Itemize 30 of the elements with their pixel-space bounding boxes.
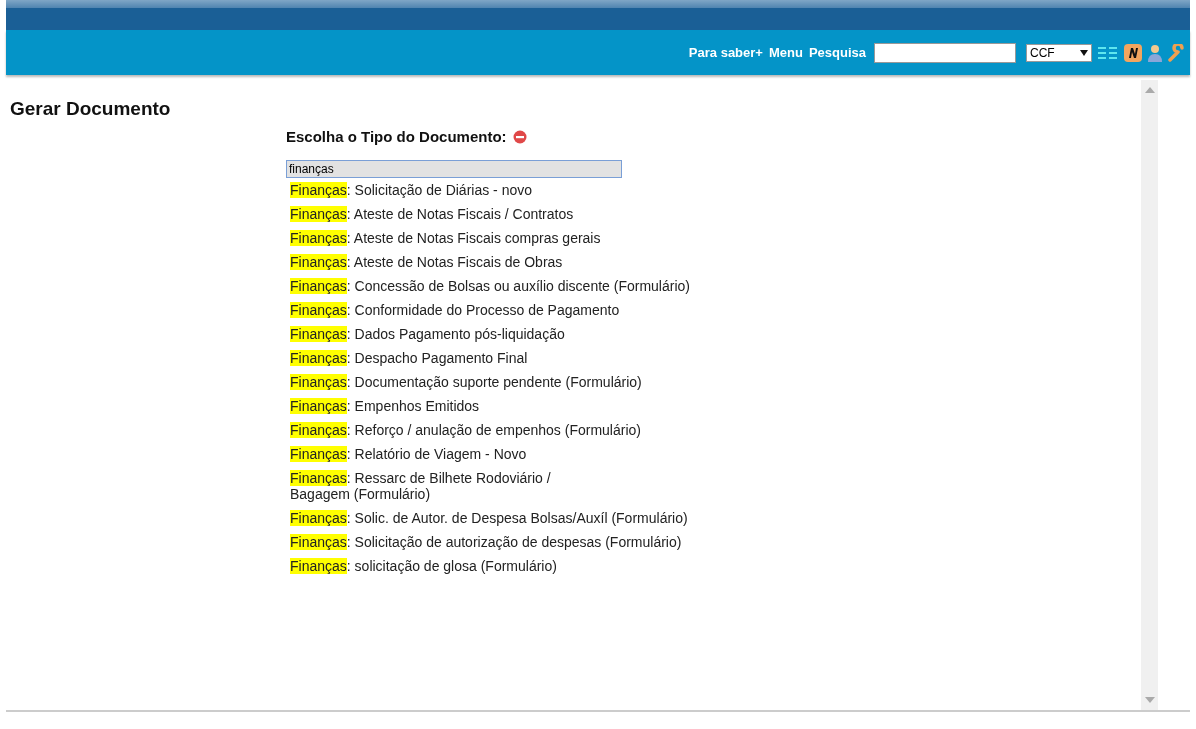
document-type-link[interactable]: Finanças: Dados Pagamento pós-liquidação: [290, 326, 565, 342]
document-type-link[interactable]: Finanças: Ressarc de Bilhete Rodoviário / Bagagem (Formulário): [290, 470, 551, 502]
list-icon[interactable]: [1098, 45, 1118, 60]
document-type-link[interactable]: Finanças: Conformidade do Processo de Pagamento: [290, 302, 620, 318]
document-type-link[interactable]: Finanças: Documentação suporte pendente (Formulário): [290, 374, 642, 390]
document-type-link[interactable]: Finanças: Ateste de Notas Fiscais de Obras: [290, 254, 563, 270]
document-type-link[interactable]: Finanças: Concessão de Bolsas ou auxílio discente (Formulário): [290, 278, 690, 294]
letter-badge-icon[interactable]: [1124, 43, 1142, 62]
document-type-link[interactable]: Finanças: Ateste de Notas Fiscais / Contratos: [290, 206, 574, 222]
document-type-link[interactable]: Finanças: Solicitação de autorização de despesas (Formulário): [290, 534, 682, 550]
document-type-link[interactable]: Finanças: Empenhos Emitidos: [290, 398, 480, 414]
section-heading: Escolha o Tipo do Documento:: [286, 128, 507, 145]
search-field[interactable]: [874, 42, 1016, 63]
scroll-up-icon[interactable]: [1144, 87, 1155, 93]
document-type-link[interactable]: Finanças: Reforço / anulação de empenhos (Formulário): [290, 422, 641, 438]
wrench-icon[interactable]: [1168, 43, 1186, 62]
document-type-link[interactable]: Finanças: Despacho Pagamento Final: [290, 350, 528, 366]
document-type-link[interactable]: Finanças: solicitação de glosa (Formulário): [290, 558, 557, 574]
filter-field[interactable]: finanças: [286, 160, 622, 178]
scroll-down-icon[interactable]: [1144, 697, 1155, 703]
unit-select[interactable]: CCF: [1026, 43, 1092, 62]
document-type-link[interactable]: Finanças: Solic. de Autor. de Despesa Bolsas/Auxíl (Formulário): [290, 510, 688, 526]
document-type-link[interactable]: Finanças: Solicitação de Diárias - novo: [290, 182, 532, 198]
page-title: Gerar Documento: [10, 98, 172, 120]
document-type-link[interactable]: Finanças: Relatório de Viagem - Novo: [290, 446, 527, 462]
user-icon[interactable]: [1148, 43, 1162, 62]
remove-icon[interactable]: [512, 129, 527, 144]
dropdown-caret-icon: [1080, 49, 1088, 56]
document-type-link[interactable]: Finanças: Ateste de Notas Fiscais compras gerais: [290, 230, 601, 246]
scrollbar[interactable]: [1141, 80, 1158, 710]
